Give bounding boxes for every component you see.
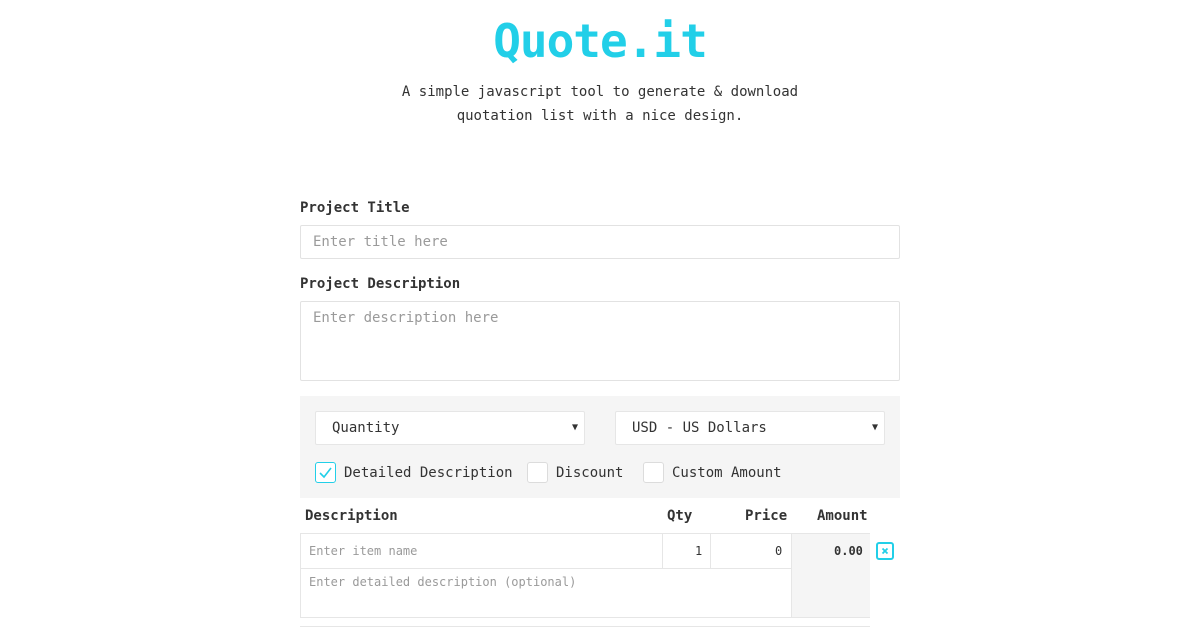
quantity-type-select[interactable]: Quantity ▼ [315,411,585,445]
logo: Quote.it [493,14,708,68]
caret-down-icon: ▼ [871,422,878,433]
discount-option[interactable]: Discount [527,462,623,483]
project-description-input[interactable] [300,301,900,381]
discount-checkbox[interactable] [527,462,548,483]
column-header-qty: Qty [667,508,693,524]
table-row: Enter item name 1 0 Enter detailed descr… [300,533,870,618]
price-input[interactable]: 0 [775,544,782,558]
column-header-description: Description [305,508,398,524]
detailed-description-checkbox[interactable] [315,462,336,483]
project-description-label: Project Description [300,276,461,292]
tagline-line1: A simple javascript tool to generate & d… [401,84,799,100]
column-header-price: Price [745,508,788,524]
table-bottom-line [300,626,870,627]
custom-amount-option[interactable]: Custom Amount [643,462,782,483]
amount-cell: 0.00 [791,534,870,617]
amount-value: 0.00 [834,544,863,558]
custom-amount-checkbox[interactable] [643,462,664,483]
custom-amount-label: Custom Amount [672,464,782,481]
caret-down-icon: ▼ [571,422,578,433]
project-title-input[interactable] [300,225,900,259]
remove-item-icon [881,547,889,555]
row-divider [301,568,791,569]
detailed-description-option[interactable]: Detailed Description [315,462,513,483]
qty-input[interactable]: 1 [695,544,702,558]
currency-select[interactable]: USD - US Dollars ▼ [615,411,885,445]
qty-divider [662,534,663,568]
item-name-input[interactable]: Enter item name [309,544,417,558]
project-title-label: Project Title [300,200,410,216]
tagline-line2: quotation list with a nice design. [456,108,744,124]
check-icon [319,467,332,479]
column-header-amount: Amount [817,508,868,524]
detail-description-input[interactable]: Enter detailed description (optional) [309,575,576,589]
price-divider [710,534,711,568]
detailed-description-label: Detailed Description [344,464,513,481]
quantity-type-value: Quantity [332,420,400,436]
currency-value: USD - US Dollars [632,420,767,436]
discount-label: Discount [556,464,624,481]
remove-item-button[interactable] [876,542,894,560]
options-panel: Quantity ▼ USD - US Dollars ▼ Detailed D… [300,396,900,498]
